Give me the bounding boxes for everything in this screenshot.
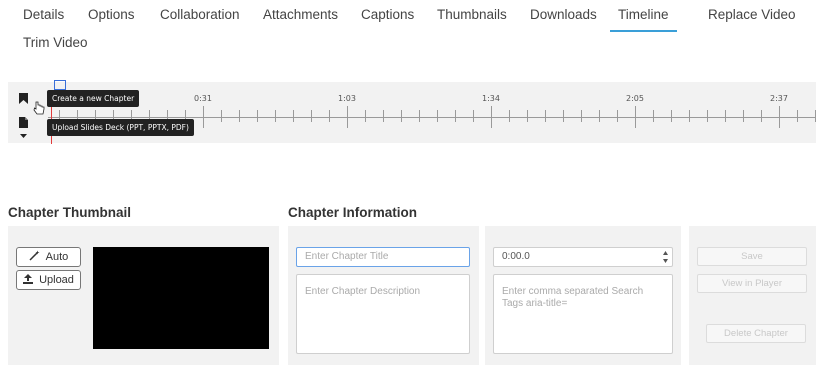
- major-tick: [203, 106, 204, 128]
- minor-tick: [293, 110, 294, 122]
- minor-tick: [653, 110, 654, 122]
- document-icon[interactable]: [16, 115, 30, 129]
- minor-tick: [329, 110, 330, 122]
- tooltip-create-chapter: Create a new Chapter: [47, 90, 140, 107]
- minor-tick: [311, 110, 312, 122]
- delete-chapter-button[interactable]: Delete Chapter: [706, 324, 806, 343]
- minor-tick: [743, 110, 744, 122]
- major-tick: [491, 106, 492, 128]
- tooltip-upload-slides: Upload Slides Deck (PPT, PPTX, PDF): [47, 119, 194, 136]
- tab-timeline[interactable]: Timeline: [610, 7, 676, 32]
- upload-icon: [23, 273, 34, 287]
- upload-button-label: Upload: [39, 274, 74, 286]
- chapter-time-input[interactable]: 0:00.0: [493, 247, 673, 267]
- view-in-player-button[interactable]: View in Player: [697, 274, 807, 293]
- tab-trim-video[interactable]: Trim Video: [23, 35, 88, 50]
- chapter-title-input[interactable]: Enter Chapter Title: [296, 247, 470, 267]
- minor-tick: [419, 110, 420, 122]
- tick-label: 1:34: [482, 94, 500, 103]
- tab-collaboration[interactable]: Collaboration: [160, 7, 240, 22]
- tab-bar: Details Options Collaboration Attachment…: [0, 0, 816, 60]
- minor-tick: [239, 110, 240, 122]
- major-tick: [635, 106, 636, 128]
- minor-tick: [401, 110, 402, 122]
- minor-tick: [725, 110, 726, 122]
- minor-tick: [257, 110, 258, 122]
- minor-tick: [599, 110, 600, 122]
- major-tick: [347, 106, 348, 128]
- minor-tick: [761, 110, 762, 122]
- save-button[interactable]: Save: [697, 247, 807, 266]
- tab-attachments[interactable]: Attachments: [263, 7, 338, 22]
- minor-tick: [671, 110, 672, 122]
- minor-tick: [365, 110, 366, 122]
- major-tick: [779, 106, 780, 128]
- caret-down-icon[interactable]: [16, 132, 30, 140]
- tab-options[interactable]: Options: [88, 7, 135, 22]
- tab-replace-video[interactable]: Replace Video: [708, 7, 796, 22]
- tab-details[interactable]: Details: [23, 7, 64, 22]
- timeline-baseline: [48, 117, 816, 118]
- bookmark-icon[interactable]: [16, 91, 30, 105]
- tick-label: 2:37: [770, 94, 788, 103]
- minor-tick: [545, 110, 546, 122]
- minor-tick: [455, 110, 456, 122]
- chapter-description-input[interactable]: Enter Chapter Description: [296, 274, 470, 354]
- magic-wand-icon: [29, 250, 40, 264]
- search-tags-input[interactable]: Enter comma separated Search Tags aria-t…: [493, 274, 673, 354]
- hand-cursor-icon: [33, 101, 45, 120]
- minor-tick: [617, 110, 618, 122]
- chapter-information-title: Chapter Information: [288, 205, 418, 220]
- tab-captions[interactable]: Captions: [361, 7, 414, 22]
- chapter-time-value: 0:00.0: [502, 251, 530, 262]
- upload-button[interactable]: Upload: [16, 270, 81, 290]
- chapter-thumbnail-title: Chapter Thumbnail: [8, 205, 132, 220]
- minor-tick: [275, 110, 276, 122]
- tab-thumbnails[interactable]: Thumbnails: [437, 7, 507, 22]
- spinner-icon[interactable]: [663, 251, 668, 270]
- minor-tick: [221, 110, 222, 122]
- playhead-handle-icon[interactable]: [54, 80, 66, 90]
- tab-downloads[interactable]: Downloads: [530, 7, 597, 22]
- tick-label: 0:31: [194, 94, 212, 103]
- minor-tick: [473, 110, 474, 122]
- minor-tick: [689, 110, 690, 122]
- minor-tick: [527, 110, 528, 122]
- minor-tick: [797, 110, 798, 122]
- auto-button[interactable]: Auto: [16, 247, 81, 267]
- minor-tick: [563, 110, 564, 122]
- tick-label: 1:03: [338, 94, 356, 103]
- thumbnail-preview: [93, 247, 269, 349]
- minor-tick: [437, 110, 438, 122]
- minor-tick: [383, 110, 384, 122]
- minor-tick: [581, 110, 582, 122]
- tick-label: 2:05: [626, 94, 644, 103]
- minor-tick: [707, 110, 708, 122]
- auto-button-label: Auto: [45, 251, 69, 263]
- minor-tick: [509, 110, 510, 122]
